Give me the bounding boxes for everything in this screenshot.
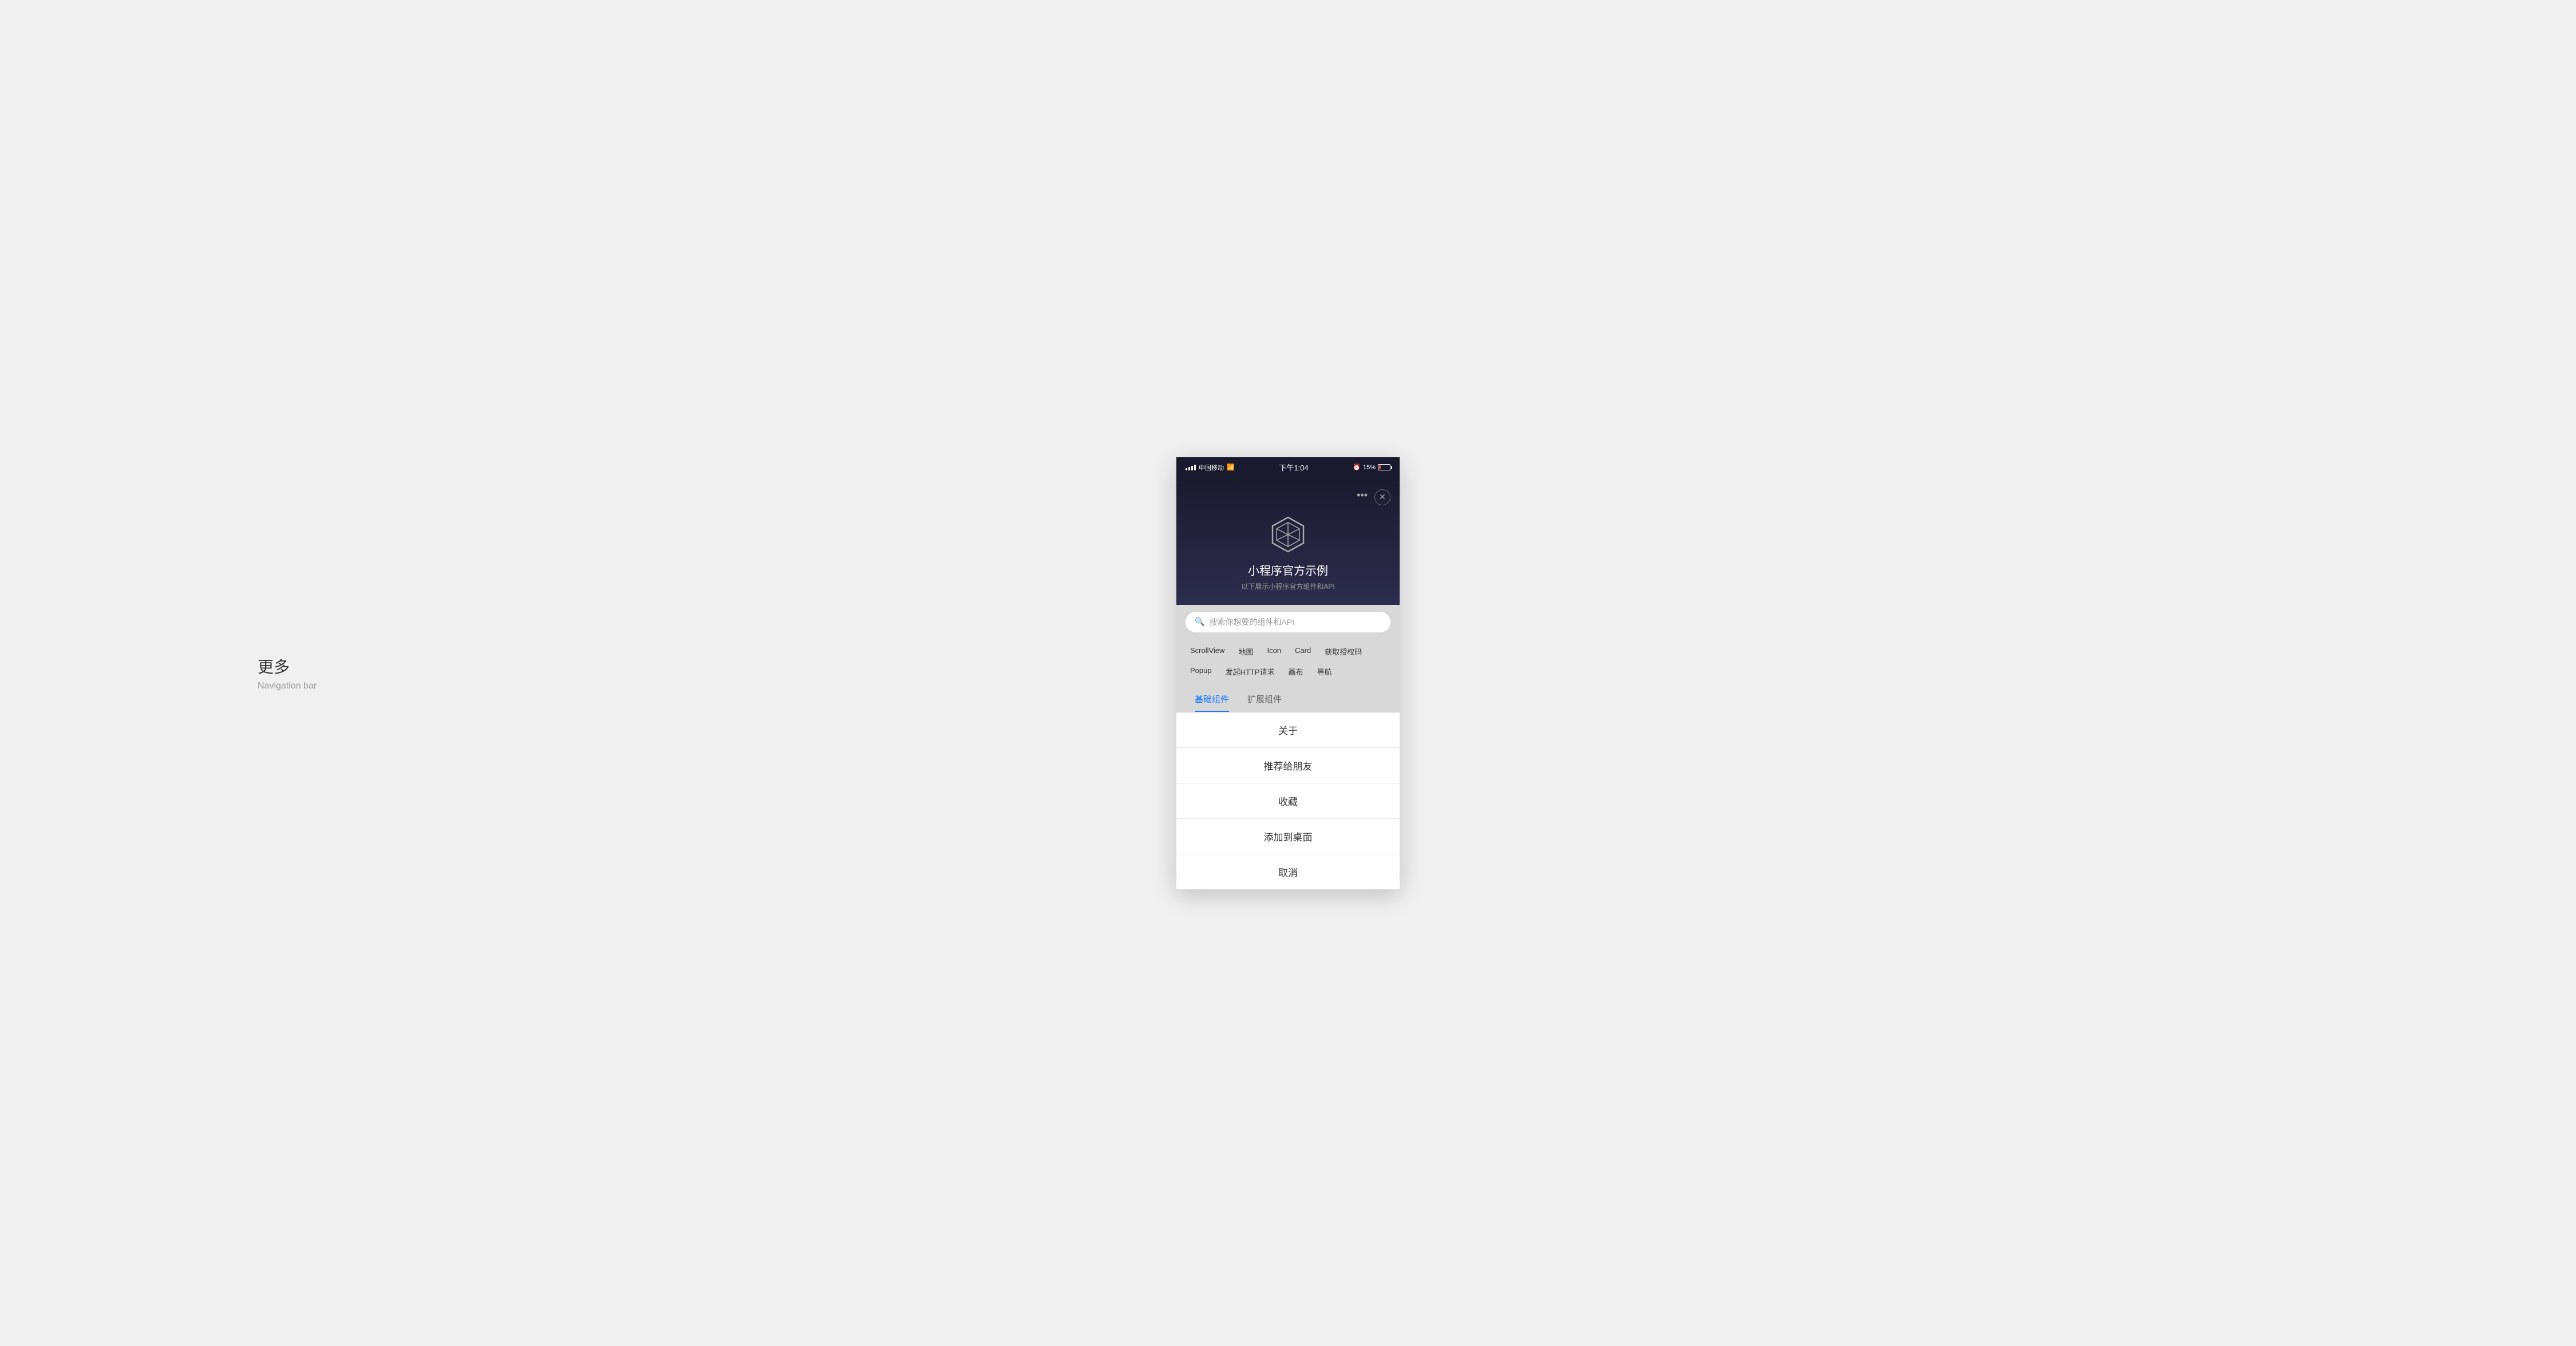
tag-map[interactable]: 地图 (1234, 644, 1258, 659)
signal-bars (1186, 465, 1196, 470)
tab-bar: 基础组件 扩展组件 (1176, 686, 1400, 712)
wifi-icon: 📶 (1227, 464, 1235, 471)
search-bar[interactable]: 🔍 搜索你想要的组件和API (1186, 612, 1390, 632)
battery-percent: 15% (1363, 464, 1376, 471)
status-bar: 中国移动 📶 下午1:04 ⏰ 15% (1176, 457, 1400, 478)
signal-bar-1 (1186, 468, 1187, 470)
tags-row-1: ScrollView 地图 Icon Card 获取授权码 (1186, 644, 1390, 659)
tab-basic-components[interactable]: 基础组件 (1186, 686, 1238, 712)
signal-bar-3 (1191, 466, 1193, 470)
carrier-name: 中国移动 (1199, 463, 1224, 472)
menu-list: 关于 推荐给朋友 收藏 添加到桌面 取消 (1176, 712, 1400, 889)
search-icon: 🔍 (1195, 617, 1204, 627)
tags-row-2: Popup 发起HTTP请求 画布 导航 (1186, 664, 1390, 679)
tag-canvas[interactable]: 画布 (1284, 664, 1308, 679)
battery-icon (1378, 464, 1390, 470)
tag-nav[interactable]: 导航 (1313, 664, 1337, 679)
tags-container: ScrollView 地图 Icon Card 获取授权码 Popup 发起HT… (1176, 639, 1400, 686)
app-title: 小程序官方示例 (1186, 561, 1390, 578)
tag-auth[interactable]: 获取授权码 (1320, 644, 1366, 659)
tag-icon[interactable]: Icon (1262, 644, 1286, 659)
tag-scrollview[interactable]: ScrollView (1186, 644, 1229, 659)
status-left: 中国移动 📶 (1186, 463, 1235, 472)
tab-extended-components[interactable]: 扩展组件 (1238, 686, 1291, 712)
menu-item-add-desktop[interactable]: 添加到桌面 (1176, 819, 1400, 854)
status-time: 下午1:04 (1279, 462, 1308, 473)
header-actions: ••• ✕ (1186, 489, 1390, 505)
menu-item-favorite[interactable]: 收藏 (1176, 783, 1400, 819)
close-button[interactable]: ✕ (1374, 489, 1390, 505)
phone-mockup: 中国移动 📶 下午1:04 ⏰ 15% ••• ✕ (1176, 457, 1400, 889)
menu-item-about[interactable]: 关于 (1176, 712, 1400, 748)
app-header: ••• ✕ 小程序官方示例 以下展示小程序官方组件和API (1176, 478, 1400, 605)
app-logo (1268, 514, 1308, 555)
alarm-icon: ⏰ (1353, 464, 1361, 471)
sidebar-label: 更多 Navigation bar (258, 655, 317, 691)
signal-bar-4 (1194, 465, 1196, 470)
menu-item-cancel[interactable]: 取消 (1176, 854, 1400, 889)
search-container: 🔍 搜索你想要的组件和API (1176, 605, 1400, 639)
menu-item-recommend[interactable]: 推荐给朋友 (1176, 748, 1400, 783)
tag-card[interactable]: Card (1290, 644, 1315, 659)
tag-popup[interactable]: Popup (1186, 664, 1216, 679)
more-button[interactable]: ••• (1357, 489, 1368, 505)
page-container: 更多 Navigation bar 中国移动 📶 下午1:04 ⏰ 15% (0, 0, 2576, 1346)
search-placeholder-text: 搜索你想要的组件和API (1209, 616, 1294, 628)
signal-bar-2 (1188, 467, 1190, 470)
tag-http[interactable]: 发起HTTP请求 (1221, 664, 1279, 679)
app-subtitle: 以下展示小程序官方组件和API (1186, 581, 1390, 591)
sidebar-subtitle: Navigation bar (258, 681, 317, 691)
battery-fill (1379, 465, 1381, 469)
sidebar-title: 更多 (258, 655, 317, 678)
status-right: ⏰ 15% (1353, 464, 1390, 471)
